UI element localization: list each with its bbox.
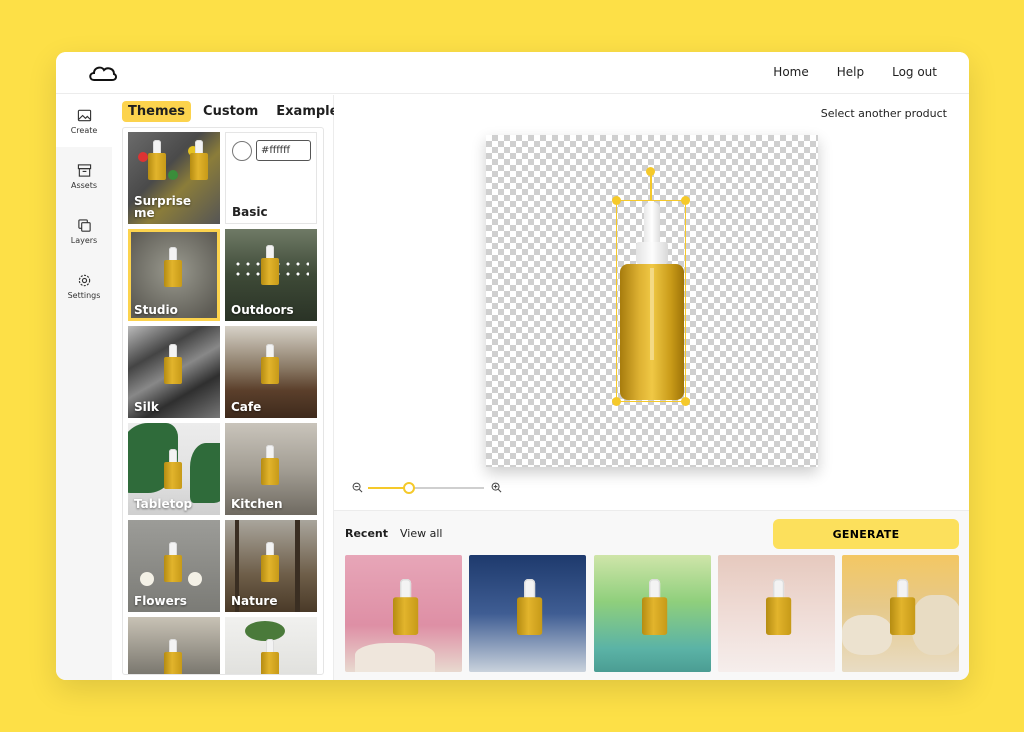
theme-tile-kitchen[interactable]: Kitchen (225, 423, 317, 515)
resize-handle-br[interactable] (681, 397, 690, 406)
image-icon (77, 109, 91, 121)
recent-title: Recent (345, 527, 389, 540)
rail-item-settings[interactable]: Settings (56, 260, 112, 312)
theme-tile-tabletop[interactable]: Tabletop (128, 423, 220, 515)
top-nav: Home Help Log out (773, 65, 937, 79)
theme-tile-outdoors[interactable]: Outdoors (225, 229, 317, 321)
zoom-slider-thumb[interactable] (402, 482, 415, 494)
rail-label: Settings (67, 290, 101, 300)
theme-grid: Surprise me Basic Studio Outdoors Silk (122, 127, 324, 675)
theme-label: Flowers (134, 594, 187, 608)
generate-button[interactable]: GENERATE (773, 519, 959, 549)
archive-icon (77, 163, 91, 177)
recent-header: Recent View all (345, 527, 442, 540)
recent-thumbnail[interactable] (345, 555, 462, 672)
view-all-link[interactable]: View all (400, 527, 442, 540)
zoom-out-icon[interactable] (352, 482, 363, 493)
theme-label: Cafe (231, 400, 262, 414)
theme-tile-nature[interactable]: Nature (225, 520, 317, 612)
resize-handle-bl[interactable] (612, 397, 621, 406)
selection-box[interactable] (616, 200, 686, 402)
theme-label: Tabletop (134, 497, 193, 511)
layers-icon (77, 218, 91, 232)
theme-tile-basic[interactable]: Basic (225, 132, 317, 224)
tab-custom[interactable]: Custom (197, 101, 264, 122)
side-rail: Create Assets Layers Settings (56, 95, 112, 680)
theme-label: Basic (232, 205, 268, 219)
theme-tile-partial-1[interactable] (128, 617, 220, 674)
resize-handle-tl[interactable] (612, 196, 621, 205)
theme-label: Outdoors (231, 303, 294, 317)
nav-help-link[interactable]: Help (837, 65, 864, 79)
theme-label: Kitchen (231, 497, 283, 511)
resize-handle-tr[interactable] (681, 196, 690, 205)
nav-logout-link[interactable]: Log out (892, 65, 937, 79)
rail-item-assets[interactable]: Assets (56, 150, 112, 202)
theme-label: Nature (231, 594, 278, 608)
tab-themes[interactable]: Themes (122, 101, 192, 122)
theme-tile-studio[interactable]: Studio (128, 229, 220, 321)
theme-tile-surprise[interactable]: Surprise me (128, 132, 220, 224)
recent-thumbnail[interactable] (594, 555, 711, 672)
theme-tile-partial-2[interactable] (225, 617, 317, 674)
color-hex-input[interactable] (256, 140, 311, 161)
recent-panel: Recent View all GENERATE (334, 510, 969, 680)
zoom-slider[interactable] (368, 482, 484, 494)
cloud-logo-icon[interactable] (88, 64, 118, 84)
theme-label: Surprise me (134, 194, 192, 220)
theme-tile-flowers[interactable]: Flowers (128, 520, 220, 612)
recent-thumbnail[interactable] (842, 555, 959, 672)
rotate-line (650, 173, 652, 201)
theme-tile-silk[interactable]: Silk (128, 326, 220, 418)
color-swatch[interactable] (232, 141, 252, 161)
gear-icon (78, 274, 90, 286)
rail-item-create[interactable]: Create (56, 95, 112, 147)
zoom-control (352, 480, 507, 496)
editor-area: Select another product (334, 95, 969, 510)
rail-label: Layers (70, 235, 98, 245)
app-window: Home Help Log out Create Assets Layers S… (56, 52, 969, 680)
zoom-in-icon[interactable] (491, 482, 502, 493)
product-canvas[interactable] (486, 135, 818, 467)
themes-panel: Themes Custom Examples Surprise me Basic… (112, 95, 346, 680)
theme-label: Silk (134, 400, 159, 414)
top-bar: Home Help Log out (56, 52, 969, 94)
rail-label: Assets (70, 180, 98, 190)
rail-item-layers[interactable]: Layers (56, 205, 112, 257)
theme-tabs: Themes Custom Examples (122, 101, 352, 122)
rotate-handle[interactable] (646, 167, 655, 176)
recent-thumbnail[interactable] (718, 555, 835, 672)
theme-tile-cafe[interactable]: Cafe (225, 326, 317, 418)
recent-thumbnail[interactable] (469, 555, 586, 672)
theme-label: Studio (134, 303, 178, 317)
rail-label: Create (70, 125, 98, 135)
select-product-link[interactable]: Select another product (821, 107, 947, 120)
nav-home-link[interactable]: Home (773, 65, 808, 79)
